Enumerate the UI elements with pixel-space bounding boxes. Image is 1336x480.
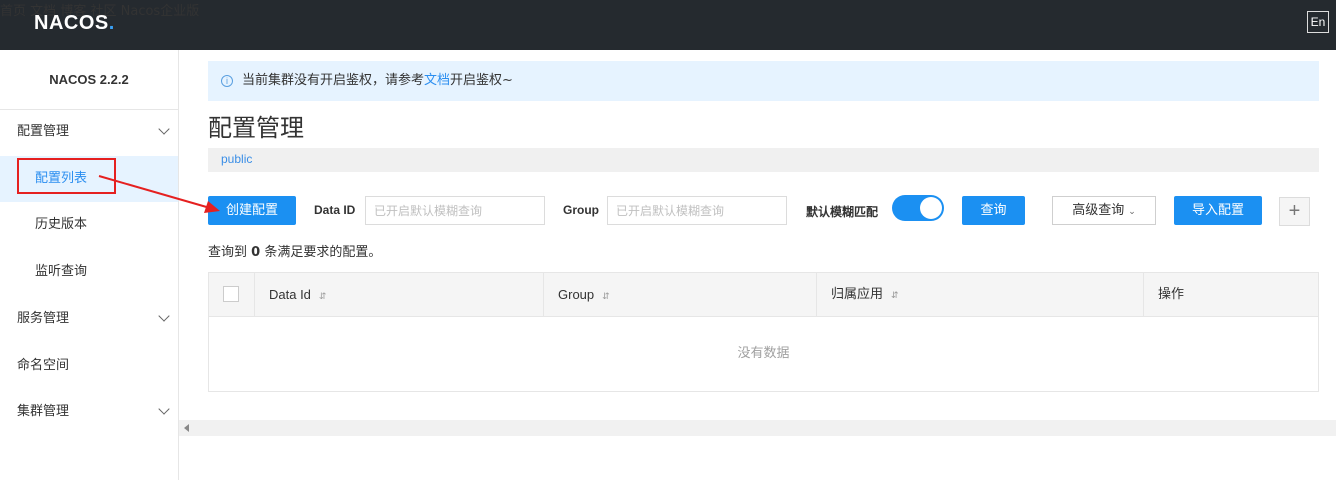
auth-notice-banner: i 当前集群没有开启鉴权，请参考文档开启鉴权~ [208,61,1319,101]
chevron-down-icon [158,310,170,322]
table-header: Data Id ⇵ Group ⇵ 归属应用 ⇵ 操作 [209,273,1318,317]
sort-icon[interactable]: ⇵ [319,291,327,301]
sort-icon[interactable]: ⇵ [891,291,899,301]
column-header-app[interactable]: 归属应用 ⇵ [817,273,1144,317]
sidebar-item-label: 历史版本 [35,217,88,232]
fuzzy-match-label: 默认模糊匹配 [806,205,879,219]
create-config-button[interactable]: 创建配置 [208,196,296,225]
sidebar-item-label: 服务管理 [17,311,70,326]
sidebar: NACOS 2.2.2 配置管理 配置列表 历史版本 监听查询 服务管理 命名空… [0,50,179,480]
plus-icon[interactable]: + [1279,197,1310,226]
info-icon: i [221,75,233,87]
query-button[interactable]: 查询 [962,196,1025,225]
chevron-down-icon [158,123,170,135]
chevron-down-icon: ⌄ [1128,207,1136,217]
sidebar-item-namespace[interactable]: 命名空间 [0,343,178,389]
sidebar-item-config-management[interactable]: 配置管理 [0,109,178,155]
language-switch-button[interactable]: En [1307,11,1329,33]
advanced-query-dropdown[interactable]: 高级查询 ⌄ [1052,196,1156,225]
column-header-dataid[interactable]: Data Id ⇵ [255,273,544,317]
sidebar-item-cluster-management[interactable]: 集群管理 [0,389,178,435]
annotation-highlight-box [17,158,116,194]
select-all-cell [209,273,255,317]
advanced-query-label: 高级查询 [1072,203,1125,218]
sidebar-item-label: 集群管理 [17,404,70,419]
nav-home[interactable]: 首页 [0,4,26,19]
result-count: 0 [251,245,261,260]
group-input[interactable] [607,196,787,225]
notice-text: 当前集群没有开启鉴权，请参考文档开启鉴权~ [242,73,513,88]
chevron-down-icon [158,403,170,415]
sidebar-item-label: 监听查询 [35,264,88,279]
column-header-group[interactable]: Group ⇵ [544,273,817,317]
dataid-label: Data ID [314,203,356,217]
nacos-logo[interactable]: NACOS. [34,12,115,35]
config-table: Data Id ⇵ Group ⇵ 归属应用 ⇵ 操作 没有数据 [208,272,1319,392]
scroll-left-icon[interactable] [184,424,189,432]
docs-link[interactable]: 文档 [424,73,450,88]
toggle-knob [920,197,942,219]
import-config-button[interactable]: 导入配置 [1174,196,1262,225]
dataid-input[interactable] [365,196,545,225]
sidebar-item-listener-query[interactable]: 监听查询 [0,249,178,295]
sidebar-item-history[interactable]: 历史版本 [0,202,178,248]
horizontal-scrollbar[interactable] [179,420,1336,436]
fuzzy-match-toggle[interactable] [892,195,944,221]
sidebar-item-label: 命名空间 [17,358,70,373]
query-result-text: 查询到 0 条满足要求的配置。 [208,245,382,260]
version-label: NACOS 2.2.2 [0,50,178,110]
namespace-bar: public [208,148,1319,172]
column-header-actions: 操作 [1158,287,1185,302]
sort-icon[interactable]: ⇵ [602,291,610,301]
sidebar-item-label: 配置管理 [17,124,70,139]
page-title: 配置管理 [208,114,304,142]
select-all-checkbox[interactable] [223,286,239,302]
empty-state-text: 没有数据 [737,346,790,361]
top-navbar: NACOS. 首页 文档 博客 社区 Nacos企业版 En [0,0,1336,50]
group-label: Group [563,203,599,217]
namespace-public[interactable]: public [221,152,252,166]
sidebar-item-service-management[interactable]: 服务管理 [0,296,178,342]
nav-enterprise[interactable]: Nacos企业版 [121,4,200,19]
